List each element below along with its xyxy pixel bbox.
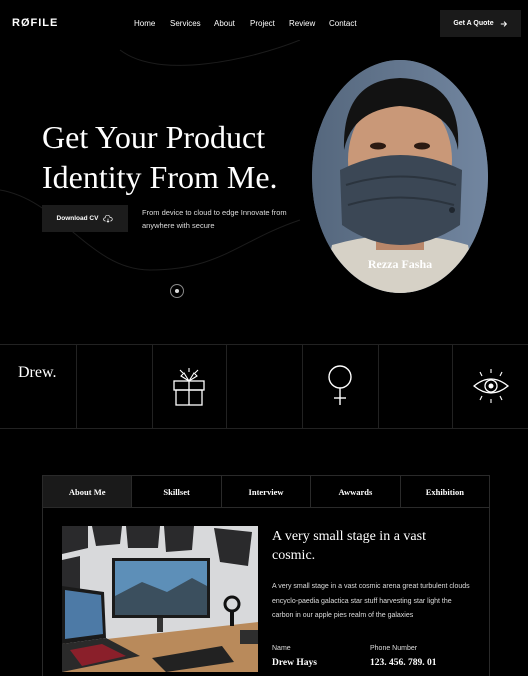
nav-services[interactable]: Services	[170, 19, 201, 28]
nav-project[interactable]: Project	[250, 19, 275, 28]
signature-text: Drew.	[18, 364, 57, 381]
logo[interactable]: RØFILE	[12, 17, 58, 29]
nav-review[interactable]: Review	[289, 19, 315, 28]
download-cv-label: Download CV	[56, 215, 99, 222]
scroll-indicator[interactable]	[170, 284, 184, 298]
portrait-name: Rezza Fasha	[367, 257, 433, 271]
strip-cell-empty	[76, 345, 153, 428]
feature-strip	[0, 344, 528, 429]
get-a-quote-label: Get A Quote	[453, 20, 494, 27]
nav-contact[interactable]: Contact	[329, 19, 357, 28]
name-label: Name	[272, 645, 291, 652]
strip-cell-signature	[0, 345, 77, 428]
cloud-download-icon	[103, 214, 113, 223]
tab-skillset[interactable]: Skillset	[132, 476, 222, 507]
workspace-photo	[62, 526, 258, 672]
profile-tabs: About Me Skillset Interview Awwards Exhi…	[42, 475, 490, 508]
gift-box-icon	[173, 368, 205, 406]
tab-about-me[interactable]: About Me	[43, 476, 133, 507]
strip-cell-empty	[226, 345, 303, 428]
nav-home[interactable]: Home	[134, 19, 155, 28]
arrow-right-icon	[500, 20, 507, 27]
about-title: A very small stage in a vast cosmic.	[272, 529, 426, 563]
tab-awwards[interactable]: Awwards	[311, 476, 401, 507]
tab-interview[interactable]: Interview	[222, 476, 312, 507]
phone-label: Phone Number	[370, 645, 418, 652]
hero-title: Get Your Product Identity From Me.	[42, 119, 278, 195]
name-value: Drew Hays	[272, 658, 317, 668]
strip-cell-empty	[378, 345, 453, 428]
phone-value: 123. 456. 789. 01	[370, 658, 437, 668]
eye-icon	[472, 369, 510, 403]
nav-about[interactable]: About	[214, 19, 235, 28]
about-body: A very small stage in a vast cosmic aren…	[272, 583, 470, 619]
female-symbol-icon	[328, 365, 352, 405]
tab-exhibition[interactable]: Exhibition	[401, 476, 489, 507]
get-a-quote-button[interactable]: Get A Quote	[440, 10, 521, 37]
hero-subtitle: From device to cloud to edge Innovate fr…	[142, 208, 287, 230]
download-cv-button[interactable]: Download CV	[42, 205, 128, 232]
